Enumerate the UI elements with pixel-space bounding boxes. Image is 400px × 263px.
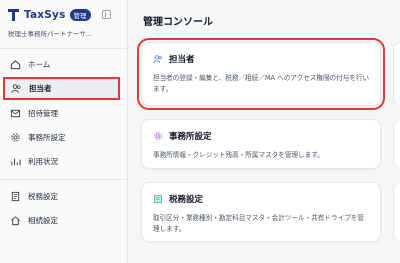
gear-icon (11, 132, 20, 142)
sidebar-item-label: 利用状況 (28, 156, 58, 166)
divider (0, 179, 127, 180)
sidebar-item-label: 税務設定 (28, 191, 58, 201)
taxsys-logo-icon (8, 9, 19, 21)
sidebar-item-office-settings[interactable]: 事務所設定 (4, 126, 120, 148)
sidebar-item-label: 相続設定 (28, 215, 58, 225)
org-name: 税理士事務所パートナーサ... (8, 30, 93, 38)
sidebar-item-tax-settings[interactable]: 税務設定 (4, 185, 120, 207)
brand-name: TaxSys (24, 9, 66, 21)
card-description: 事務所情報・クレジット残高・所属マスタを管理します。 (153, 151, 324, 159)
card-partial[interactable] (393, 182, 400, 242)
card-partial[interactable] (393, 119, 400, 169)
house-icon (11, 215, 20, 225)
users-icon (11, 84, 21, 93)
sidebar-item-staff[interactable]: 担当者 (3, 77, 120, 100)
card-description: 取引区分・業務種別・勘定科目マスタ・会計ツール・共有ドライブを管理します。 (153, 214, 364, 233)
chart-icon (11, 158, 21, 165)
card-title: 税務設定 (169, 195, 204, 205)
brand[interactable]: TaxSys 管理 (7, 7, 91, 23)
sidebar-collapse-icon[interactable] (102, 10, 111, 19)
card-staff[interactable]: 担当者 担当者の登録・編集と、税務／相続／MA へのアクセス権限の付与を行います… (137, 38, 385, 110)
gear-icon (154, 132, 162, 140)
card-tax-settings[interactable]: 税務設定 取引区分・業務種別・勘定科目マスタ・会計ツール・共有ドライブを管理しま… (141, 182, 381, 242)
sidebar-item-label: 招待管理 (28, 108, 58, 118)
home-icon (10, 59, 21, 69)
sidebar-item-usage[interactable]: 利用状況 (4, 150, 120, 172)
users-icon (153, 55, 162, 63)
card-title: 事務所設定 (169, 132, 212, 142)
admin-badge: 管理 (69, 9, 91, 21)
document-icon (11, 191, 20, 201)
card-office-settings[interactable]: 事務所設定 事務所情報・クレジット残高・所属マスタを管理します。 (141, 119, 381, 169)
document-icon (154, 194, 162, 204)
card-description: 担当者の登録・編集と、税務／相続／MA へのアクセス権限の付与を行います。 (153, 74, 370, 93)
divider (0, 48, 127, 49)
sidebar-item-home[interactable]: ホーム (4, 53, 120, 75)
sidebar: TaxSys 管理 税理士事務所パートナーサ... ホーム 担当者 招待管理 事… (0, 0, 128, 263)
page-title: 管理コンソール (143, 17, 213, 28)
sidebar-item-label: ホーム (28, 59, 51, 69)
sidebar-item-label: 担当者 (29, 84, 52, 93)
sidebar-item-inheritance-settings[interactable]: 相続設定 (4, 209, 120, 231)
card-partial[interactable] (393, 42, 400, 106)
mail-icon (10, 109, 21, 117)
card-title: 担当者 (169, 55, 195, 65)
sidebar-item-label: 事務所設定 (28, 132, 66, 142)
main-content: 管理コンソール 担当者 担当者の登録・編集と、税務／相続／MA へのアクセス権限… (129, 0, 400, 263)
sidebar-item-invitations[interactable]: 招待管理 (4, 102, 120, 124)
